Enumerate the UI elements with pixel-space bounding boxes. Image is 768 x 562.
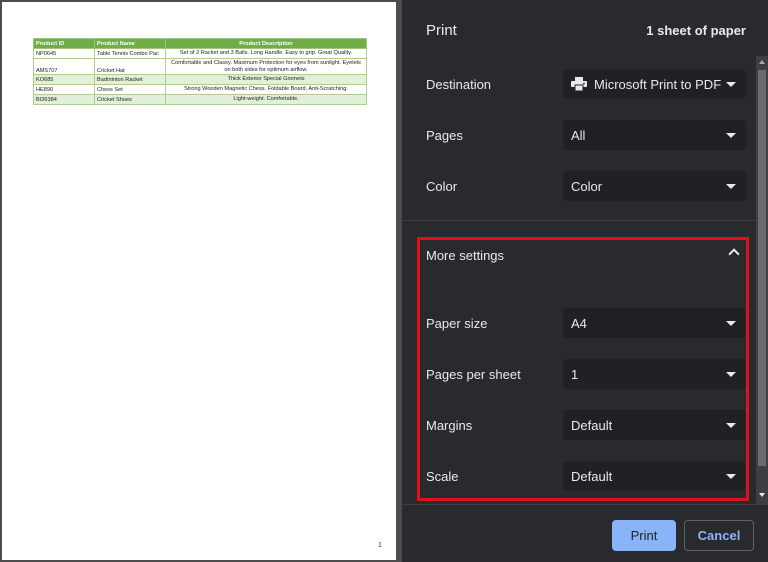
table-row: BI36384 Cricket Shoes Light-weight. Comf… [33, 94, 367, 105]
table-cell: Thick Exterior Special Gromets [165, 74, 367, 85]
color-select[interactable]: Color [563, 171, 746, 201]
color-value: Color [571, 179, 603, 194]
pages-label: Pages [426, 128, 463, 143]
table-cell: KO685 [33, 74, 95, 85]
scale-value: Default [571, 469, 613, 484]
printer-icon [571, 77, 587, 91]
scroll-down-arrow-icon[interactable] [759, 493, 765, 497]
margins-select[interactable]: Default [563, 410, 746, 440]
table-header-cell: Product Description [165, 38, 367, 49]
preview-page: Product ID Product Name Product Descript… [2, 2, 396, 560]
table-cell: NP0645 [33, 48, 95, 59]
paper-size-label: Paper size [426, 316, 488, 331]
color-label: Color [426, 179, 458, 194]
margins-label: Margins [426, 418, 473, 433]
page-number: 1 [378, 542, 382, 549]
destination-select[interactable]: Microsoft Print to PDF [563, 69, 746, 99]
pages-select[interactable]: All [563, 120, 746, 150]
footer-divider [402, 504, 768, 505]
scale-label: Scale [426, 469, 459, 484]
table-cell: HE890 [33, 84, 95, 95]
table-cell: BI36384 [33, 94, 95, 105]
table-cell: Badminton Racket [94, 74, 166, 85]
table-header-cell: Product ID [33, 38, 95, 49]
scrollbar-thumb[interactable] [758, 70, 766, 466]
scale-select[interactable]: Default [563, 461, 746, 491]
sheet-count: 1 sheet of paper [646, 23, 746, 38]
table-row: HE890 Chess Set Strong Wooden Magnetic C… [33, 84, 367, 95]
section-divider [402, 220, 756, 221]
table-cell: Comfortable and Classy. Maximum Protecti… [165, 58, 367, 75]
table-cell: Strong Wooden Magnetic Chess. Foldable B… [165, 84, 367, 95]
pages-per-sheet-value: 1 [571, 367, 579, 382]
pages-per-sheet-label: Pages per sheet [426, 367, 521, 382]
chevron-down-icon [726, 82, 736, 87]
pages-per-sheet-select[interactable]: 1 [563, 359, 746, 389]
chevron-down-icon [726, 372, 736, 377]
print-dialog: Product ID Product Name Product Descript… [0, 0, 768, 562]
pages-value: All [571, 128, 586, 143]
destination-value: Microsoft Print to PDF [594, 77, 722, 92]
print-preview-area: Product ID Product Name Product Descript… [0, 0, 402, 562]
panel-title: Print [426, 22, 457, 39]
cancel-button[interactable]: Cancel [684, 520, 754, 551]
table-row: NP0645 Table Tennis Combo Pac Set of 2 R… [33, 48, 367, 59]
table-cell: Set of 2 Racket and 3 Balls. Long Handle… [165, 48, 367, 59]
print-button[interactable]: Print [612, 520, 676, 551]
table-row: AMS707 Cricket Hat Comfortable and Class… [33, 58, 367, 75]
destination-label: Destination [426, 77, 492, 92]
chevron-down-icon [726, 474, 736, 479]
table-cell: Table Tennis Combo Pac [94, 48, 166, 59]
table-row: KO685 Badminton Racket Thick Exterior Sp… [33, 74, 367, 85]
table-cell: Chess Set [94, 84, 166, 95]
table-header-cell: Product Name [94, 38, 166, 49]
table-header-row: Product ID Product Name Product Descript… [33, 38, 367, 49]
print-settings-panel: Print 1 sheet of paper Destination Micro… [402, 0, 768, 562]
paper-size-value: A4 [571, 316, 587, 331]
chevron-down-icon [726, 423, 736, 428]
preview-table: Product ID Product Name Product Descript… [33, 38, 367, 105]
margins-value: Default [571, 418, 613, 433]
paper-size-select[interactable]: A4 [563, 308, 746, 338]
chevron-down-icon [726, 321, 736, 326]
table-cell: Cricket Shoes [94, 94, 166, 105]
more-settings-toggle[interactable]: More settings [426, 248, 504, 263]
chevron-down-icon [726, 184, 736, 189]
scroll-up-arrow-icon[interactable] [759, 60, 765, 64]
table-cell: Cricket Hat [94, 58, 166, 75]
table-cell: Light-weight. Comfortable. [165, 94, 367, 105]
table-cell: AMS707 [33, 58, 95, 75]
chevron-down-icon [726, 133, 736, 138]
settings-scrollbar[interactable] [756, 56, 768, 504]
